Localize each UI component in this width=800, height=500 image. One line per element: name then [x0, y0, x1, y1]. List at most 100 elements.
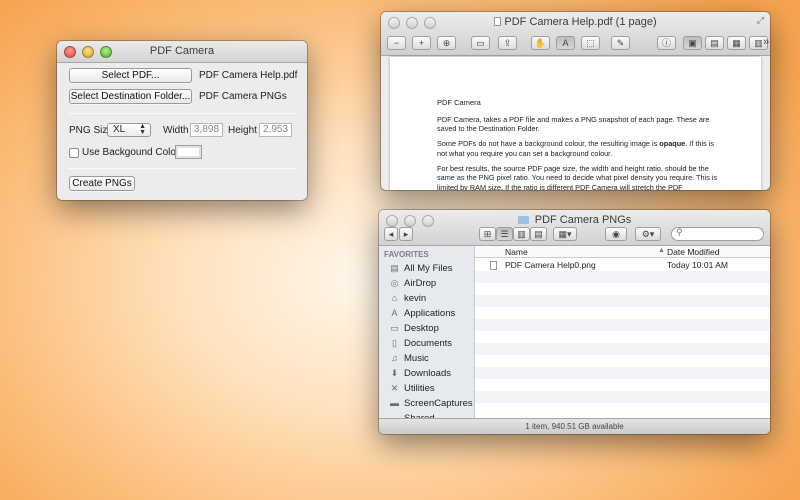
- preview-window: PDF Camera Help.pdf (1 page) ⤢ − + ⊕ ▭ ⇪…: [381, 12, 770, 190]
- preview-toolbar: − + ⊕ ▭ ⇪ ✋ A ⬚ ✎ ⓘ ▣ ▤ ▦ ▥ »: [387, 36, 769, 52]
- empty-row: [475, 403, 770, 415]
- sort-ascending-icon: ▲: [658, 247, 665, 254]
- back-icon[interactable]: ◂: [384, 227, 398, 241]
- png-size-select[interactable]: XL ▲ ▼: [107, 123, 151, 137]
- column-header-date[interactable]: Date Modified: [667, 247, 719, 257]
- divider: [68, 168, 296, 169]
- action-gear-icon[interactable]: ⚙▾: [635, 227, 661, 241]
- desktop-icon: ▭: [390, 322, 399, 333]
- sidebar-item-airdrop[interactable]: ◎ AirDrop: [389, 276, 437, 290]
- width-label: Width: [163, 125, 189, 136]
- empty-row: [475, 379, 770, 391]
- sidebar-item-downloads[interactable]: ⬇ Downloads: [389, 366, 451, 380]
- sidebar-item-utilities[interactable]: ✕ Utilities: [389, 381, 435, 395]
- empty-row: [475, 355, 770, 367]
- empty-row: [475, 367, 770, 379]
- height-field[interactable]: 2,953: [259, 123, 292, 137]
- use-background-colour-checkbox[interactable]: [69, 148, 79, 158]
- search-field[interactable]: ⚲: [671, 227, 764, 241]
- finder-title-text: PDF Camera PNGs: [534, 214, 632, 226]
- finder-titlebar: PDF Camera PNGs ◂ ▸ ⊞ ☰ ▥ ▤ ▦▾ ◉ ⚙▾ ⚲: [379, 210, 770, 246]
- two-page-icon[interactable]: ▤: [705, 36, 724, 50]
- sidebar-item-kevin[interactable]: ⌂ kevin: [389, 291, 426, 305]
- applications-icon: A: [391, 308, 398, 318]
- empty-row: [475, 307, 770, 319]
- background-colour-well[interactable]: [175, 145, 202, 159]
- sidebar-item-music[interactable]: ♫ Music: [389, 351, 429, 365]
- sidebar-item-all-my-files[interactable]: ▤ All My Files: [389, 261, 452, 275]
- create-pngs-button[interactable]: Create PNGs: [69, 176, 135, 191]
- music-icon: ♫: [391, 353, 398, 363]
- finder-sidebar: FAVORITES ▤ All My Files ◎ AirDrop ⌂ kevin …: [379, 246, 475, 424]
- folder-icon: ▬: [390, 398, 399, 408]
- empty-row: [475, 295, 770, 307]
- pdf-camera-titlebar: PDF Camera: [57, 41, 307, 63]
- png-size-value: XL: [113, 124, 126, 135]
- doc-paragraph: PDF Camera, takes a PDF file and makes a…: [437, 114, 710, 134]
- pdf-document-text: PDF Camera PDF Camera, takes a PDF file …: [437, 98, 722, 190]
- list-view-icon[interactable]: ☰: [496, 227, 513, 241]
- icon-view-icon[interactable]: ⊞: [479, 227, 496, 241]
- zoom-out-icon[interactable]: −: [387, 36, 406, 50]
- contact-sheet-icon[interactable]: ▦: [727, 36, 746, 50]
- window-title: PDF Camera PNGs: [379, 214, 770, 226]
- preview-title-text: PDF Camera Help.pdf (1 page): [504, 16, 657, 28]
- sidebar-item-desktop[interactable]: ▭ Desktop: [389, 321, 439, 335]
- selected-destination-label: PDF Camera PNGs: [199, 91, 287, 102]
- downloads-icon: ⬇: [390, 367, 399, 378]
- empty-row: [475, 283, 770, 295]
- empty-row: [475, 391, 770, 403]
- preview-titlebar: PDF Camera Help.pdf (1 page) ⤢ − + ⊕ ▭ ⇪…: [381, 12, 770, 56]
- empty-row: [475, 331, 770, 343]
- sidebar-item-documents[interactable]: ▯ Documents: [389, 336, 452, 350]
- overflow-icon[interactable]: »: [763, 36, 769, 48]
- doc-paragraph: Some PDFs do not have a background colou…: [437, 139, 715, 158]
- use-background-colour-label: Use Backgound Colour: [82, 147, 185, 158]
- doc-paragraph: For best results, the source PDF page si…: [437, 163, 718, 191]
- pdf-camera-window: PDF Camera Select PDF... PDF Camera Help…: [57, 41, 307, 200]
- search-icon: ⚲: [676, 227, 683, 237]
- pdf-page[interactable]: PDF Camera PDF Camera, takes a PDF file …: [390, 57, 761, 190]
- arrange-icon[interactable]: ▦▾: [553, 227, 577, 241]
- utilities-icon: ✕: [390, 382, 399, 393]
- column-header-name[interactable]: Name: [505, 247, 528, 257]
- home-icon: ⌂: [391, 293, 398, 303]
- window-title: PDF Camera Help.pdf (1 page): [381, 16, 770, 28]
- hand-tool-icon[interactable]: ✋: [531, 36, 550, 50]
- annotate-icon[interactable]: ✎: [611, 36, 630, 50]
- table-row[interactable]: PDF Camera Help0.png Today 10:01 AM: [475, 259, 770, 271]
- empty-row: [475, 343, 770, 355]
- folder-icon: [517, 216, 529, 224]
- all-files-icon: ▤: [390, 262, 399, 273]
- empty-row: [475, 271, 770, 283]
- select-destination-button[interactable]: Select Destination Folder...: [69, 89, 192, 104]
- png-file-icon: [490, 260, 497, 271]
- window-title: PDF Camera: [149, 45, 215, 57]
- quick-look-icon[interactable]: ◉: [605, 227, 627, 241]
- empty-row: [475, 319, 770, 331]
- pdf-document-icon: [494, 17, 502, 26]
- text-tool-icon[interactable]: A: [556, 36, 575, 50]
- zoom-in-icon[interactable]: +: [412, 36, 431, 50]
- doc-heading: PDF Camera: [437, 98, 481, 107]
- divider: [68, 113, 296, 114]
- sidebar-toggle-icon[interactable]: ▭: [471, 36, 490, 50]
- file-list-header: Name ▲ Date Modified: [475, 246, 770, 258]
- zoom-fit-icon[interactable]: ⊕: [437, 36, 456, 50]
- column-view-icon[interactable]: ▥: [513, 227, 530, 241]
- select-arrows-icon: ▲ ▼: [139, 123, 146, 136]
- forward-icon[interactable]: ▸: [399, 227, 413, 241]
- cover-flow-icon[interactable]: ▤: [530, 227, 547, 241]
- selected-pdf-label: PDF Camera Help.pdf: [199, 70, 298, 81]
- fullscreen-icon[interactable]: ⤢: [757, 15, 764, 26]
- select-pdf-button[interactable]: Select PDF...: [69, 68, 192, 83]
- file-date: Today 10:01 AM: [667, 260, 728, 270]
- select-tool-icon[interactable]: ⬚: [581, 36, 600, 50]
- width-field[interactable]: 3,898: [190, 123, 223, 137]
- info-icon[interactable]: ⓘ: [657, 36, 676, 50]
- favorites-heading: FAVORITES: [384, 250, 429, 259]
- share-icon[interactable]: ⇪: [498, 36, 517, 50]
- single-page-icon[interactable]: ▣: [683, 36, 702, 50]
- sidebar-item-screencaptures[interactable]: ▬ ScreenCaptures: [389, 396, 473, 410]
- sidebar-item-applications[interactable]: A Applications: [389, 306, 455, 320]
